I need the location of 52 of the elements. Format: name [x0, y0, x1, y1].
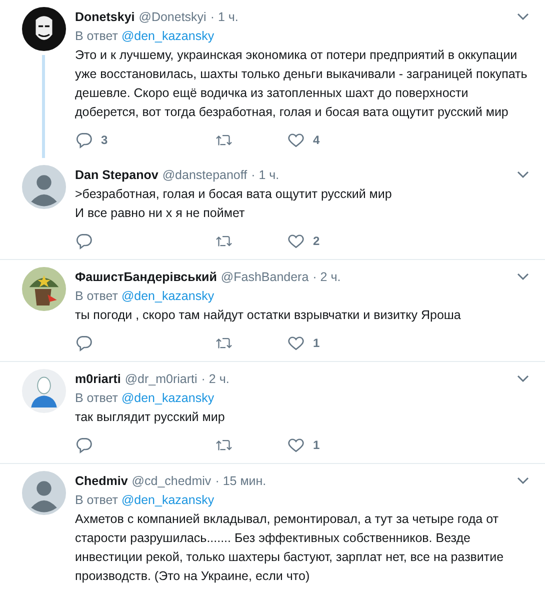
default-avatar-icon[interactable]	[22, 165, 66, 209]
like-count: 4	[313, 133, 320, 147]
reply-label: В ответ	[75, 391, 118, 405]
reply-icon[interactable]	[75, 436, 93, 454]
like-count: 1	[313, 336, 320, 350]
tweet-text: ты погоди , скоро там найдут остатки взрывчатки и визитку Яроша	[75, 307, 462, 324]
timestamp[interactable]: · 1 ч.	[251, 168, 280, 182]
timestamp[interactable]: · 15 мин.	[215, 474, 266, 488]
reply-icon[interactable]	[75, 232, 93, 250]
mention-link[interactable]: @den_kazansky	[121, 391, 214, 405]
avatar-mask-icon[interactable]	[22, 7, 66, 51]
like-icon[interactable]	[287, 131, 305, 149]
user-name[interactable]: ФашистБандерівський	[75, 270, 217, 284]
user-name[interactable]: Donetskyi	[75, 10, 135, 24]
timestamp[interactable]: · 2 ч.	[312, 270, 341, 284]
mention-link[interactable]: @den_kazansky	[121, 289, 214, 303]
like-count: 2	[313, 234, 320, 248]
caret-icon[interactable]	[517, 273, 529, 281]
user-handle[interactable]: @dr_m0riarti	[124, 372, 198, 386]
reply-label: В ответ	[75, 493, 118, 507]
reply-count: 3	[101, 133, 108, 147]
tweet-text: Это и к лучшему, украинская экономика от потери предприятий в оккупации уже восстановилась, шахты только деньги выкачивали - заграницей покупать дешевле. Скоро ещё водичка из затопленных шахт до поверхности доберется, вот тогда безработная, голая и босая вата ощутит русский мир	[75, 47, 528, 121]
person-avatar-icon[interactable]	[22, 369, 66, 413]
user-handle[interactable]: @danstepanoff	[162, 168, 248, 182]
user-name[interactable]: Chedmiv	[75, 474, 128, 488]
user-name[interactable]: Dan Stepanov	[75, 168, 158, 182]
reply-icon[interactable]	[75, 334, 93, 352]
timestamp[interactable]: · 2 ч.	[201, 372, 230, 386]
user-handle[interactable]: @cd_chedmiv	[132, 474, 212, 488]
reply-label: В ответ	[75, 29, 118, 43]
reply-icon[interactable]	[75, 131, 93, 149]
tweet-text: Ахметов с компанией вкладывал, ремонтировал, а тут за четыре года от старости разрушилась....... Без эффективных собственников. Везде инвестиции рекой, только шахтеры бастуют, зарплат нет, все на развитие производств. (Это на Украине, если что)	[75, 511, 505, 585]
timestamp[interactable]: · 1 ч.	[210, 10, 238, 24]
caret-icon[interactable]	[517, 375, 529, 383]
like-icon[interactable]	[287, 232, 305, 250]
mention-link[interactable]: @den_kazansky	[121, 493, 214, 507]
user-handle[interactable]: @Donetskyi	[138, 10, 206, 24]
caret-icon[interactable]	[517, 477, 529, 485]
caret-icon[interactable]	[517, 171, 529, 179]
like-count: 1	[313, 438, 320, 452]
reply-label: В ответ	[75, 289, 118, 303]
tweet-text: >безработная, голая и босая вата ощутит русский мир	[75, 186, 393, 203]
cartoon-avatar-icon[interactable]	[22, 267, 66, 311]
tweet-text: И все равно ни х я не поймет	[75, 205, 246, 222]
mention-link[interactable]: @den_kazansky	[121, 29, 214, 43]
like-icon[interactable]	[287, 334, 305, 352]
user-name[interactable]: m0riarti	[75, 372, 121, 386]
default-avatar-icon[interactable]	[22, 471, 66, 515]
user-handle[interactable]: @FashBandera	[220, 270, 309, 284]
caret-icon[interactable]	[517, 13, 529, 21]
tweet-text: так выглядит русский мир	[75, 409, 226, 426]
like-icon[interactable]	[287, 436, 305, 454]
